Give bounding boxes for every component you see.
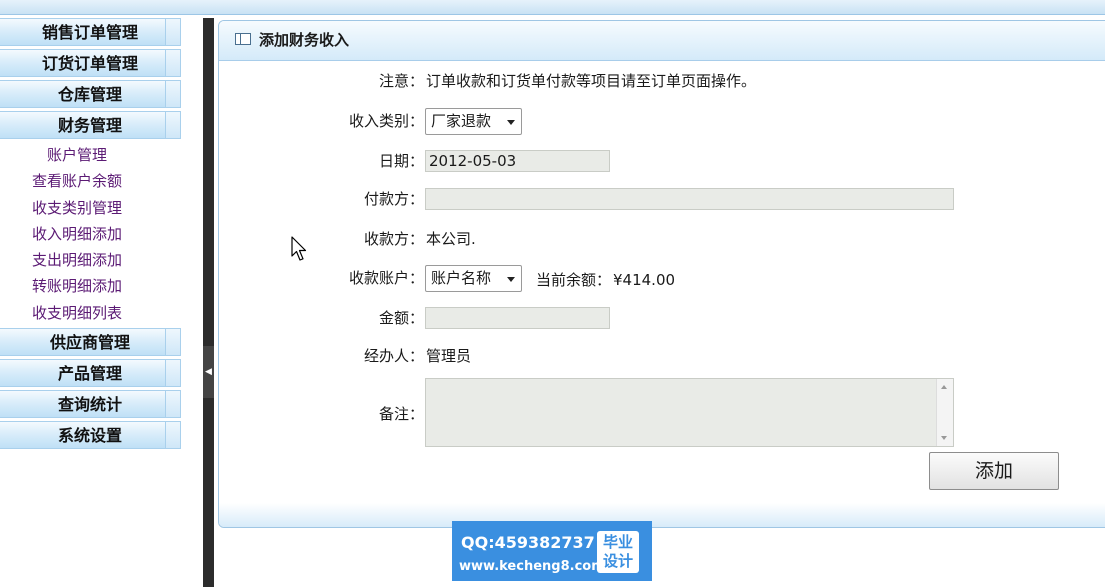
balance-value: ¥414.00 [613, 271, 676, 289]
form-icon [235, 32, 251, 45]
category-label: 收入类别： [348, 112, 424, 130]
watermark-badge-line1: 毕业 [602, 533, 633, 551]
note-label: 注意： [378, 72, 424, 90]
finance-submenu: 账户管理 查看账户余额 收支类别管理 收入明细添加 支出明细添加 转账明细添加 … [0, 142, 182, 326]
date-label: 日期： [378, 152, 424, 170]
panel-footer [219, 503, 1105, 527]
balance-label: 当前余额： [536, 271, 612, 289]
scroll-up-icon [941, 385, 947, 389]
sidebar-item-detail-list[interactable]: 收支明细列表 [0, 300, 182, 326]
panel-title: 添加财务收入 [259, 31, 350, 49]
handler-row: 经办人： 管理员 [219, 343, 1105, 369]
payer-field[interactable] [425, 188, 954, 210]
account-row: 收款账户： 账户名称 当前余额： ¥414.00 [219, 265, 1105, 292]
note-text: 订单收款和订货单付款等项目请至订单页面操作。 [426, 72, 757, 90]
menu-warehouse[interactable]: 仓库管理 [0, 80, 181, 108]
menu-statistics[interactable]: 查询统计 [0, 390, 181, 419]
menu-suppliers[interactable]: 供应商管理 [0, 328, 181, 357]
watermark-qq: QQ:459382737 [461, 533, 595, 552]
panel-header: 添加财务收入 [219, 21, 1105, 61]
sidebar-item-add-expense[interactable]: 支出明细添加 [0, 247, 182, 273]
remark-textarea[interactable] [425, 378, 954, 447]
note-row: 注意： 订单收款和订货单付款等项目请至订单页面操作。 [219, 68, 1105, 94]
payee-row: 收款方： 本公司. [219, 226, 1105, 252]
sidebar-item-view-balance[interactable]: 查看账户余额 [0, 168, 182, 194]
collapse-sidebar-icon[interactable]: ◀ [203, 346, 214, 398]
watermark: QQ:459382737 www.kecheng8.com 毕业 设计 [452, 521, 652, 581]
add-button[interactable]: 添加 [929, 452, 1059, 490]
remark-scrollbar[interactable] [936, 379, 953, 446]
account-label: 收款账户： [348, 269, 424, 287]
category-select[interactable]: 厂家退款 [425, 108, 522, 135]
date-row: 日期： 2012-05-03 [219, 148, 1105, 174]
menu-finance[interactable]: 财务管理 [0, 111, 181, 139]
remark-label: 备注： [378, 405, 424, 423]
menu-products[interactable]: 产品管理 [0, 359, 181, 388]
watermark-badge: 毕业 设计 [597, 531, 639, 573]
payee-label: 收款方： [363, 230, 424, 248]
amount-field[interactable] [425, 307, 610, 329]
payer-label: 付款方： [363, 190, 424, 208]
top-bar [0, 0, 1105, 15]
mouse-cursor-icon [291, 236, 307, 261]
payee-value: 本公司. [426, 230, 476, 248]
sidebar-item-account-management[interactable]: 账户管理 [0, 142, 182, 168]
sidebar-item-add-income[interactable]: 收入明细添加 [0, 221, 182, 247]
menu-purchase-orders[interactable]: 订货订单管理 [0, 49, 181, 77]
menu-sales-orders[interactable]: 销售订单管理 [0, 18, 181, 46]
add-income-panel: 添加财务收入 注意： 订单收款和订货单付款等项目请至订单页面操作。 收入类别： … [218, 20, 1105, 528]
amount-label: 金额： [378, 309, 424, 327]
account-select[interactable]: 账户名称 [425, 265, 522, 292]
menu-settings[interactable]: 系统设置 [0, 421, 181, 450]
chevron-down-icon [507, 277, 515, 282]
scroll-down-icon [941, 436, 947, 440]
sidebar-divider [203, 18, 214, 587]
category-select-value: 厂家退款 [431, 112, 492, 130]
date-field[interactable]: 2012-05-03 [425, 150, 610, 172]
sidebar: 销售订单管理 订货订单管理 仓库管理 财务管理 账户管理 查看账户余额 收支类别… [0, 18, 182, 452]
sidebar-item-category-management[interactable]: 收支类别管理 [0, 195, 182, 221]
handler-value: 管理员 [426, 347, 472, 365]
payer-row: 付款方： [219, 186, 1105, 212]
handler-label: 经办人： [363, 347, 424, 365]
watermark-site: www.kecheng8.com [459, 559, 605, 574]
sidebar-item-add-transfer[interactable]: 转账明细添加 [0, 273, 182, 299]
account-select-value: 账户名称 [431, 269, 492, 287]
chevron-down-icon [507, 120, 515, 125]
watermark-badge-line2: 设计 [602, 552, 633, 570]
category-row: 收入类别： 厂家退款 [219, 108, 1105, 135]
amount-row: 金额： [219, 305, 1105, 331]
